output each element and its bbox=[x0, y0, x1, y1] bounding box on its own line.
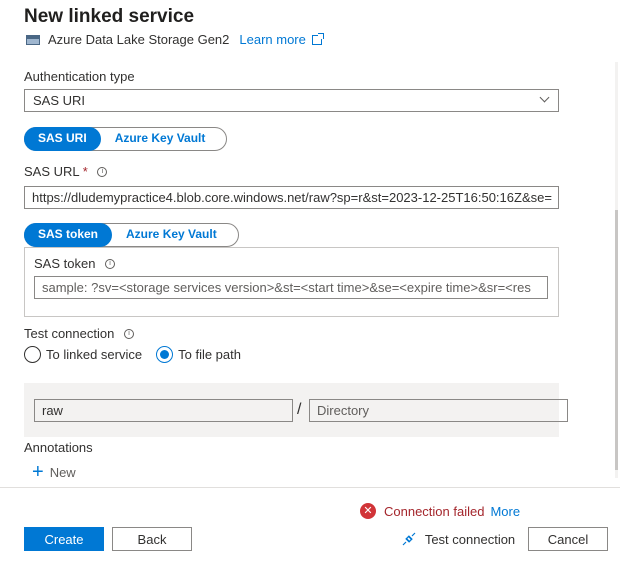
sas-url-label: SAS URL * i bbox=[24, 164, 108, 179]
sas-token-input[interactable]: sample: ?sv=<storage services version>&s… bbox=[34, 276, 548, 299]
required-mark: * bbox=[82, 164, 88, 179]
test-connection-radio-group: To linked service To file path bbox=[24, 346, 255, 363]
radio-label: To file path bbox=[178, 347, 241, 362]
sas-url-label-text: SAS URL bbox=[24, 164, 80, 179]
error-text: Connection failed bbox=[384, 503, 485, 519]
plug-icon bbox=[402, 532, 416, 546]
test-connection-label-text: Test connection bbox=[24, 326, 115, 341]
path-separator: / bbox=[297, 401, 302, 418]
info-icon: i bbox=[123, 329, 134, 339]
sas-key-vault-option[interactable]: Azure Key Vault bbox=[101, 127, 220, 151]
info-icon: i bbox=[105, 259, 116, 269]
create-button[interactable]: Create bbox=[24, 527, 104, 551]
learn-more-link[interactable]: Learn more bbox=[239, 32, 324, 47]
new-annotation-button[interactable]: + New bbox=[32, 465, 76, 477]
service-name: Azure Data Lake Storage Gen2 bbox=[48, 32, 230, 47]
sas-token-option[interactable]: SAS token bbox=[24, 223, 113, 247]
container-input[interactable]: raw bbox=[34, 399, 293, 422]
error-icon: ✕ bbox=[360, 503, 376, 519]
token-source-toggle[interactable]: SAS token Azure Key Vault bbox=[24, 223, 239, 247]
radio-to-linked-service[interactable]: To linked service bbox=[24, 346, 142, 363]
chevron-down-icon bbox=[539, 92, 550, 103]
radio-label: To linked service bbox=[46, 347, 143, 362]
plus-icon: + bbox=[32, 465, 44, 477]
auth-type-value: SAS URI bbox=[33, 93, 86, 108]
test-connection-label: Test connection i bbox=[24, 326, 134, 341]
page-title: New linked service bbox=[24, 6, 195, 27]
new-annotation-label: New bbox=[49, 465, 76, 477]
scrollbar-thumb[interactable] bbox=[615, 210, 618, 470]
sas-source-toggle[interactable]: SAS URI Azure Key Vault bbox=[24, 127, 227, 151]
cancel-button[interactable]: Cancel bbox=[528, 527, 608, 551]
service-subtitle: Azure Data Lake Storage Gen2 Learn more bbox=[26, 32, 324, 47]
sas-token-label-text: SAS token bbox=[34, 256, 96, 271]
directory-input[interactable]: Directory bbox=[309, 399, 568, 422]
auth-type-label: Authentication type bbox=[24, 69, 135, 84]
external-link-icon bbox=[311, 32, 324, 45]
back-button[interactable]: Back bbox=[112, 527, 192, 551]
sas-token-label: SAS token i bbox=[34, 256, 116, 271]
info-icon: i bbox=[97, 167, 108, 177]
connection-status: ✕ Connection failed More bbox=[360, 503, 520, 519]
sas-uri-option[interactable]: SAS URI bbox=[24, 127, 101, 151]
radio-to-file-path[interactable]: To file path bbox=[156, 346, 241, 363]
token-key-vault-option[interactable]: Azure Key Vault bbox=[112, 223, 231, 247]
storage-icon bbox=[26, 34, 40, 45]
test-connection-label: Test connection bbox=[424, 531, 516, 547]
auth-type-select[interactable]: SAS URI bbox=[24, 89, 559, 112]
radio-circle-checked[interactable] bbox=[156, 346, 174, 363]
annotations-label: Annotations bbox=[24, 440, 93, 455]
learn-more-label: Learn more bbox=[239, 32, 306, 47]
sas-url-input[interactable]: https://dludemypractice4.blob.core.windo… bbox=[24, 186, 559, 209]
test-connection-button[interactable]: Test connection bbox=[396, 527, 520, 551]
radio-circle[interactable] bbox=[24, 346, 41, 363]
more-link[interactable]: More bbox=[490, 504, 520, 519]
